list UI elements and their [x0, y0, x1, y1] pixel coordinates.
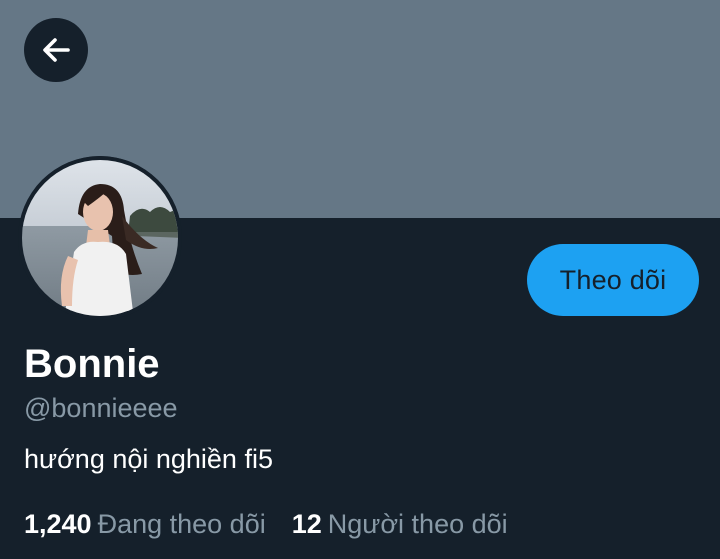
back-button[interactable]: [24, 18, 88, 82]
follow-button[interactable]: Theo dõi: [527, 244, 699, 316]
avatar[interactable]: [18, 156, 182, 320]
profile-bio: hướng nội nghiền fi5: [24, 444, 273, 474]
display-name: Bonnie: [24, 342, 160, 386]
followers-label: Người theo dõi: [327, 509, 508, 539]
following-label: Đang theo dõi: [97, 509, 266, 539]
followers-stat[interactable]: 12 Người theo dõi: [292, 505, 508, 543]
following-count: 1,240: [24, 509, 92, 539]
arrow-left-icon: [38, 32, 74, 68]
following-stat[interactable]: 1,240 Đang theo dõi: [24, 505, 266, 543]
followers-count: 12: [291, 509, 322, 539]
profile-stats: 1,240 Đang theo dõi 12 Người theo dõi: [24, 505, 508, 543]
user-handle: @bonnieeee: [24, 393, 178, 423]
profile-page: Theo dõi Bonnie @bonnieeee hướng nội ngh…: [0, 0, 720, 559]
